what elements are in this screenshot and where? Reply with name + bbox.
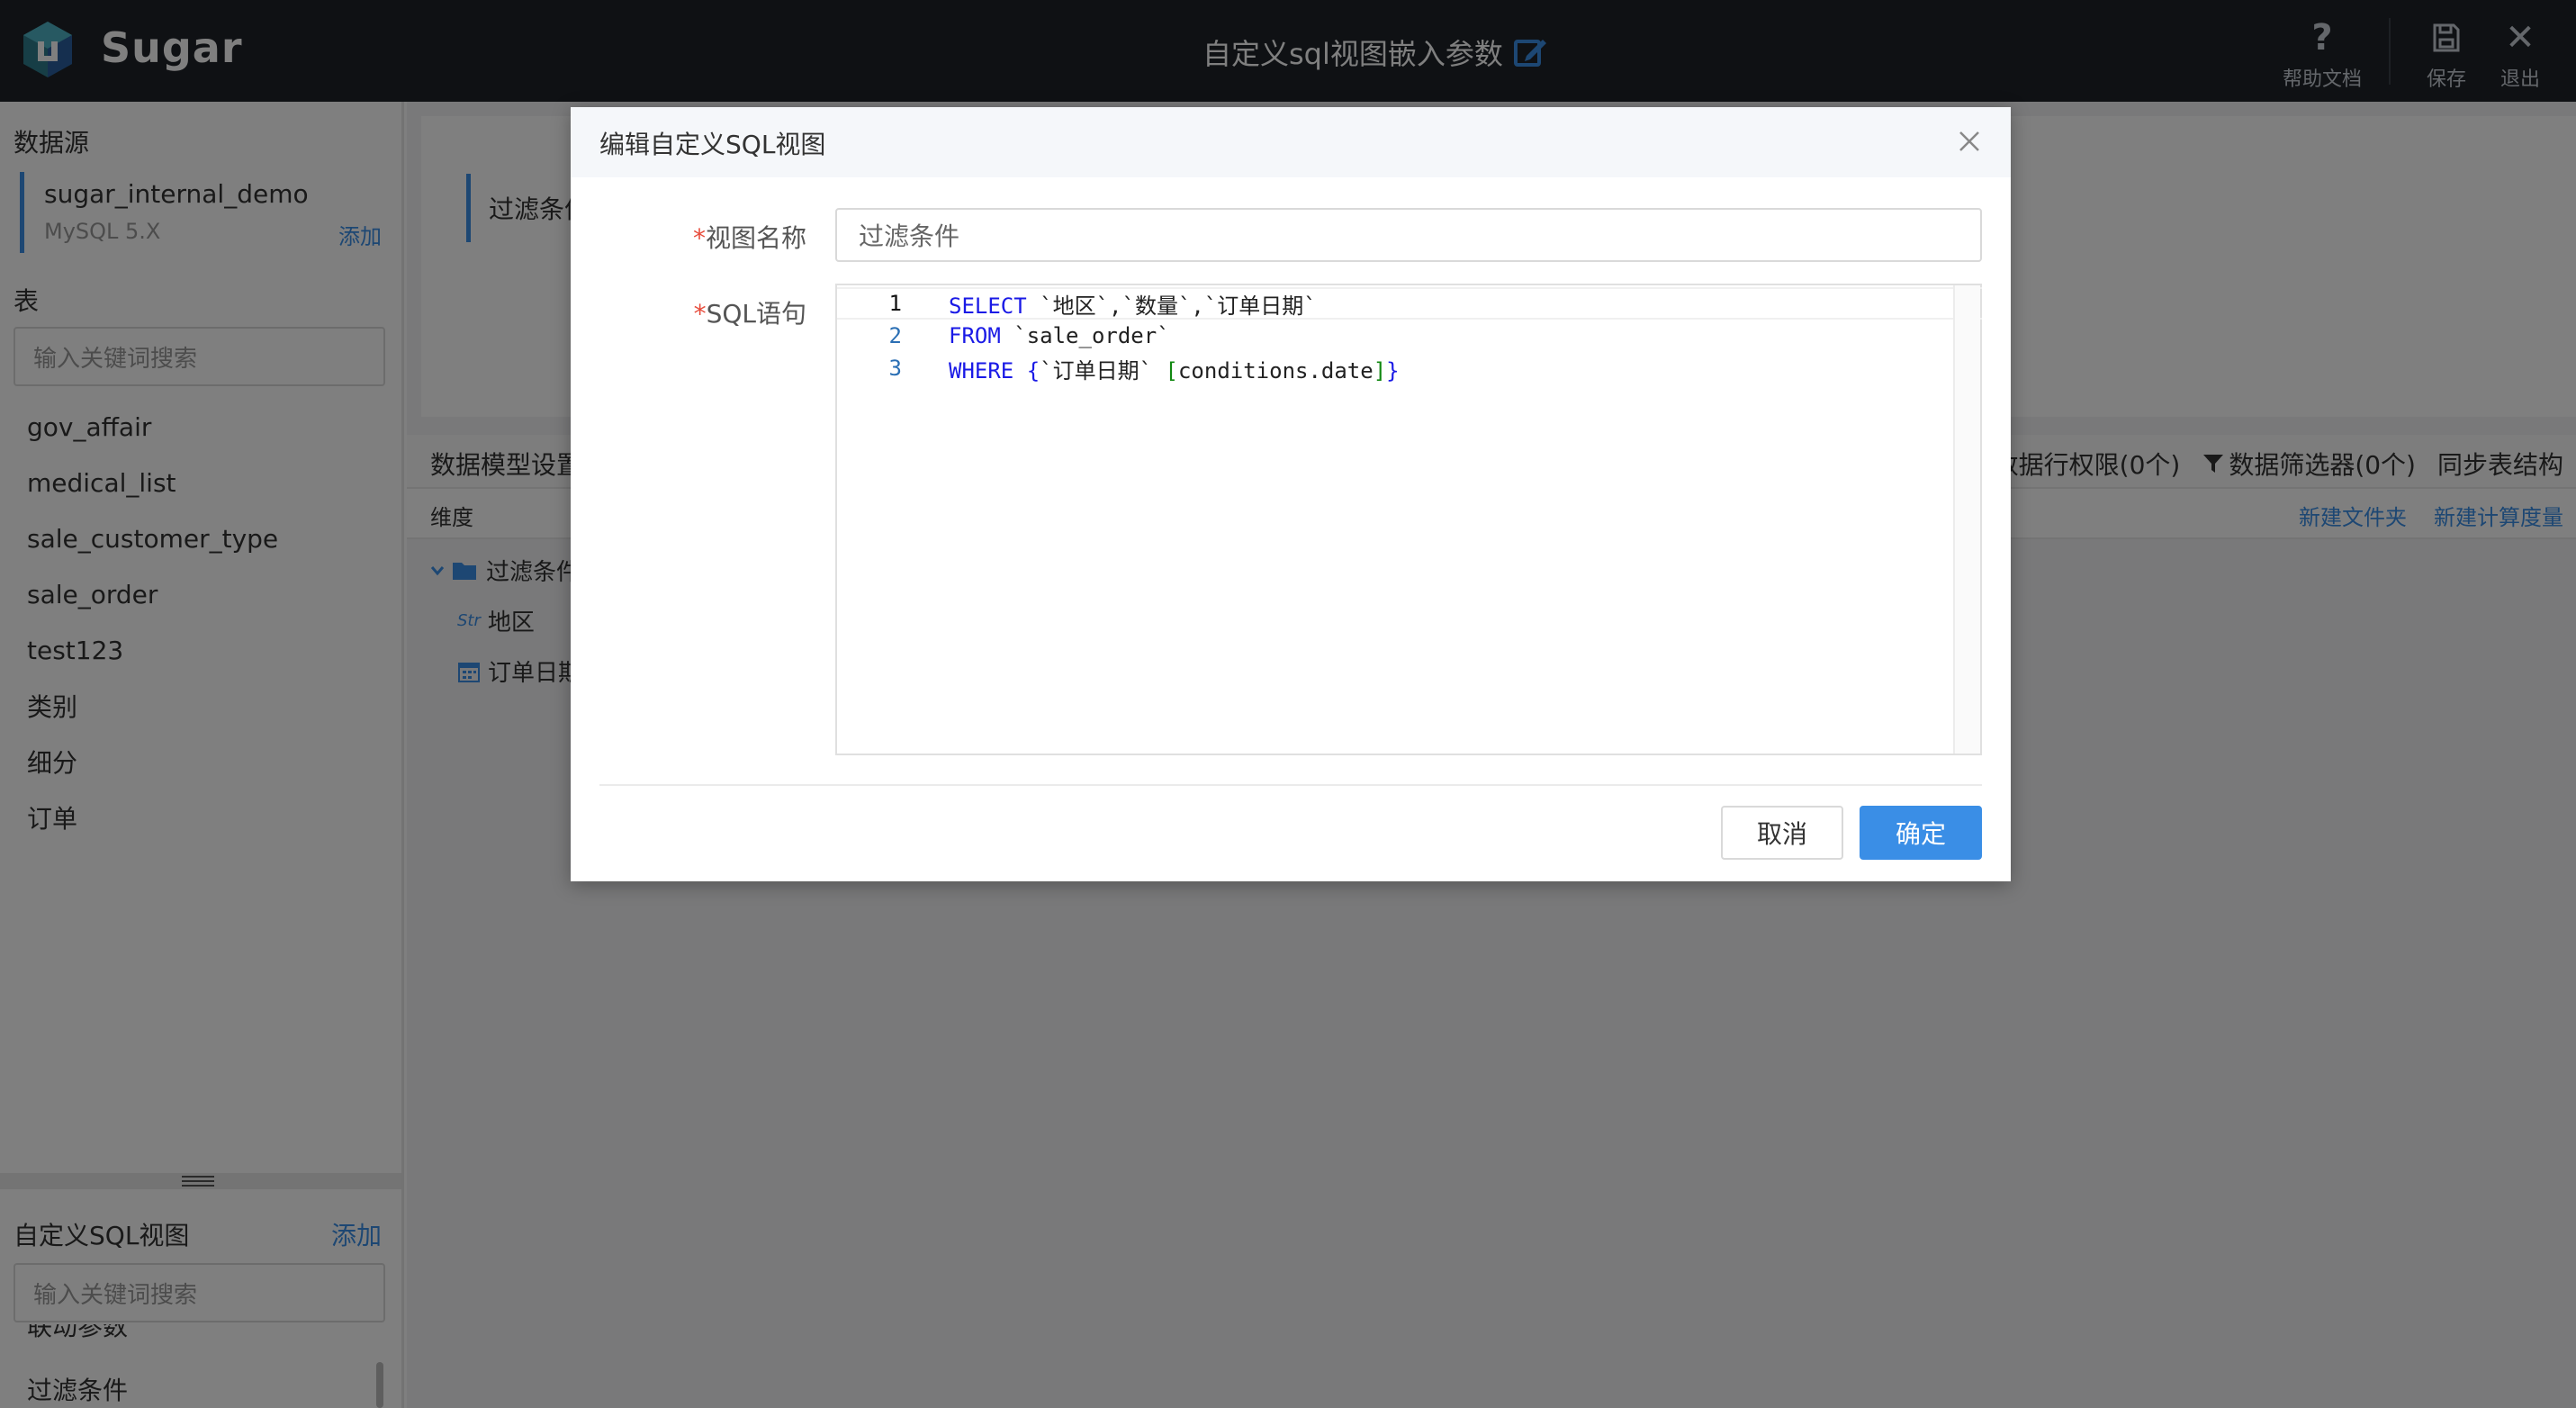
code-line: 1 SELECT `地区`,`数量`,`订单日期` — [837, 287, 1317, 320]
edit-sql-view-dialog: 编辑自定义SQL视图 *视图名称 过滤条件 *SQL语句 1 SELECT `地… — [571, 107, 2011, 881]
code-line: 2 FROM `sale_order` — [837, 320, 1170, 352]
cancel-button[interactable]: 取消 — [1721, 806, 1843, 860]
sql-editor[interactable]: 1 SELECT `地区`,`数量`,`订单日期` 2 FROM `sale_o… — [835, 284, 1982, 755]
sql-label: *SQL语句 — [693, 299, 806, 329]
confirm-button[interactable]: 确定 — [1860, 806, 1982, 860]
line-number: 2 — [888, 323, 902, 348]
close-icon[interactable] — [1955, 127, 1984, 156]
dialog-footer-divider — [599, 784, 1982, 786]
view-name-label: *视图名称 — [692, 223, 806, 253]
view-name-input[interactable]: 过滤条件 — [835, 208, 1982, 262]
dialog-header: 编辑自定义SQL视图 — [571, 107, 2011, 177]
editor-scrollbar[interactable] — [1953, 285, 1980, 754]
dialog-title: 编辑自定义SQL视图 — [599, 130, 826, 159]
code-line: 3 WHERE {`订单日期` [conditions.date]} — [837, 352, 1400, 384]
line-number: 3 — [888, 356, 902, 381]
line-number: 1 — [888, 291, 902, 316]
